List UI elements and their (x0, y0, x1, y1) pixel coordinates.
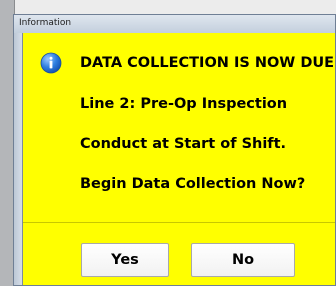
message-area: DATA COLLECTION IS NOW DUE! Line 2: Pre-… (23, 33, 336, 222)
title-bar[interactable]: Information (14, 15, 335, 33)
window-frame (14, 33, 22, 285)
message-line-2: Line 2: Pre-Op Inspection (80, 96, 288, 112)
message-line-3: Conduct at Start of Shift. (80, 136, 287, 152)
message-line-1: DATA COLLECTION IS NOW DUE! (80, 55, 336, 71)
info-icon (40, 52, 62, 74)
message-line-4: Begin Data Collection Now? (80, 176, 306, 192)
information-dialog: Information DATA COLLECTION IS NOW DUE! … (13, 14, 336, 286)
window-title: Information (19, 18, 72, 28)
yes-button[interactable]: Yes (81, 243, 169, 277)
dialog-client-area: DATA COLLECTION IS NOW DUE! Line 2: Pre-… (22, 33, 336, 285)
button-separator (23, 222, 335, 223)
no-button[interactable]: No (191, 243, 295, 277)
